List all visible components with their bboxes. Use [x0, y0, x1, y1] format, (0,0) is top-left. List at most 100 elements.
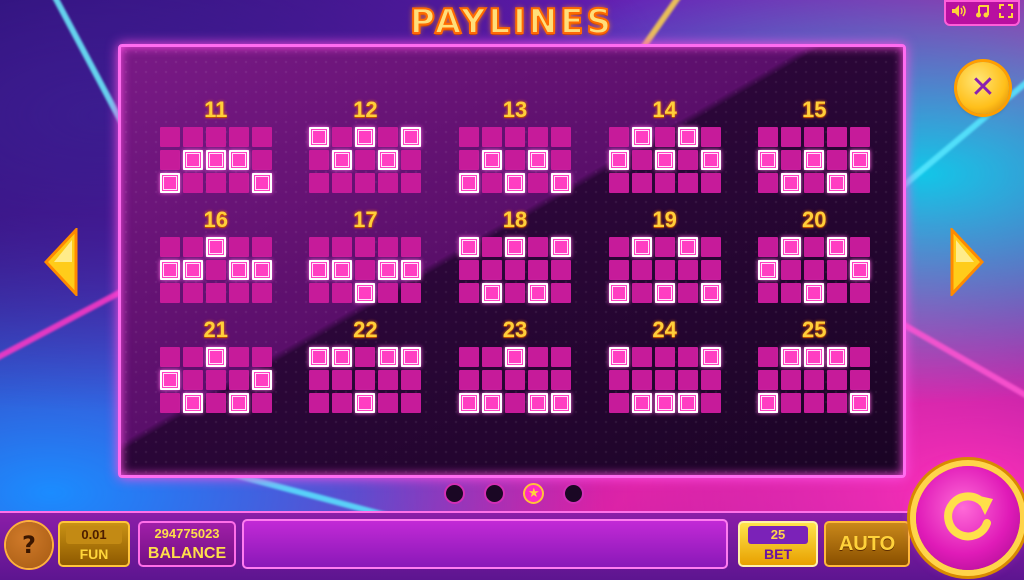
help-button[interactable]: ? — [6, 522, 52, 568]
payline-cell — [700, 237, 721, 257]
payline-cell — [827, 283, 848, 303]
payline-cell — [458, 260, 479, 280]
payline-cell-active — [401, 260, 422, 280]
payline-cell — [332, 237, 353, 257]
payline-cell — [205, 393, 226, 413]
payline-cell — [700, 260, 721, 280]
page-dot[interactable] — [562, 483, 584, 504]
close-icon: ✕ — [970, 70, 996, 105]
payline-22: 22 — [291, 315, 441, 425]
payline-cell — [159, 127, 180, 147]
payline-cell — [700, 370, 721, 390]
payline-cell — [481, 260, 502, 280]
payline-cell — [631, 347, 652, 367]
balance-value: 294775023 — [154, 526, 220, 541]
arrow-right-icon — [950, 226, 985, 298]
close-button[interactable]: ✕ — [957, 62, 1009, 114]
fullscreen-icon[interactable] — [999, 4, 1014, 22]
page-indicator: ★ — [444, 483, 584, 505]
payline-cell — [309, 370, 330, 390]
arrow-left-icon — [43, 226, 78, 298]
payline-cell-active — [608, 150, 629, 170]
payline-cell — [355, 173, 376, 193]
payline-cell — [850, 347, 871, 367]
payline-pattern — [758, 347, 871, 413]
auto-button[interactable]: AUTO — [824, 521, 910, 567]
payline-cell — [309, 237, 330, 257]
payline-cell — [182, 127, 203, 147]
payline-cell-active — [332, 347, 353, 367]
payline-cell — [251, 127, 272, 147]
payline-cell-active — [804, 150, 825, 170]
payline-cell-active — [228, 150, 249, 170]
message-display — [242, 519, 728, 569]
payline-cell-active — [654, 150, 675, 170]
payline-cell — [781, 127, 802, 147]
payline-cell — [332, 370, 353, 390]
payline-cell-active — [631, 393, 652, 413]
payline-cell — [781, 370, 802, 390]
spin-arrow-icon — [944, 492, 993, 541]
coin-value-selector[interactable]: 0.01 FUN — [58, 521, 130, 567]
payline-number: 21 — [203, 317, 229, 342]
payline-cell — [654, 347, 675, 367]
next-page-button[interactable] — [950, 226, 985, 298]
payline-cell — [804, 370, 825, 390]
payline-23: 23 — [440, 315, 590, 425]
payline-cell — [182, 347, 203, 367]
payline-number: 12 — [353, 97, 378, 122]
payline-cell-active — [481, 393, 502, 413]
payline-cell-active — [504, 173, 525, 193]
payline-cell-active — [550, 173, 571, 193]
page-dot[interactable] — [444, 483, 465, 504]
payline-number: 16 — [203, 207, 229, 232]
top-controls — [944, 0, 1020, 26]
payline-cell-active — [332, 150, 353, 170]
payline-cell — [378, 173, 399, 193]
payline-cell-active — [608, 283, 629, 303]
payline-cell — [159, 150, 180, 170]
payline-cell — [654, 237, 675, 257]
bet-selector[interactable]: 25 BET — [738, 521, 818, 567]
payline-cell-active — [309, 127, 330, 147]
payline-cell — [677, 370, 698, 390]
payline-cell-active — [700, 347, 721, 367]
page-dot-active[interactable]: ★ — [523, 483, 545, 504]
payline-cell — [504, 283, 525, 303]
payline-cell — [804, 260, 825, 280]
payline-cell — [804, 173, 825, 193]
payline-cell — [608, 260, 629, 280]
payline-pattern — [458, 347, 571, 413]
payline-cell — [355, 347, 376, 367]
payline-cell — [550, 150, 571, 170]
music-note-icon[interactable] — [975, 4, 990, 22]
payline-cell-active — [251, 173, 272, 193]
payline-cell — [458, 127, 479, 147]
page-dot[interactable] — [483, 483, 505, 504]
payline-cell-active — [654, 283, 675, 303]
payline-cell — [804, 237, 825, 257]
payline-number: 23 — [502, 317, 528, 342]
payline-cell-active — [631, 127, 652, 147]
payline-cell — [700, 173, 721, 193]
payline-cell — [481, 127, 502, 147]
payline-cell-active — [355, 393, 376, 413]
speaker-icon[interactable] — [951, 4, 966, 22]
payline-cell-active — [401, 127, 422, 147]
payline-cell — [332, 283, 353, 303]
payline-pattern — [458, 237, 571, 303]
payline-cell — [481, 347, 502, 367]
payline-cell-active — [631, 237, 652, 257]
payline-pattern — [159, 127, 272, 193]
prev-page-button[interactable] — [43, 226, 78, 298]
payline-13: 13 — [440, 95, 590, 205]
payline-cell — [228, 237, 249, 257]
payline-cell — [182, 173, 203, 193]
payline-cell — [309, 283, 330, 303]
payline-cell — [700, 393, 721, 413]
payline-cell-active — [228, 260, 249, 280]
payline-cell — [205, 127, 226, 147]
payline-cell — [182, 283, 203, 303]
spin-button[interactable] — [916, 466, 1020, 570]
payline-cell-active — [850, 260, 871, 280]
